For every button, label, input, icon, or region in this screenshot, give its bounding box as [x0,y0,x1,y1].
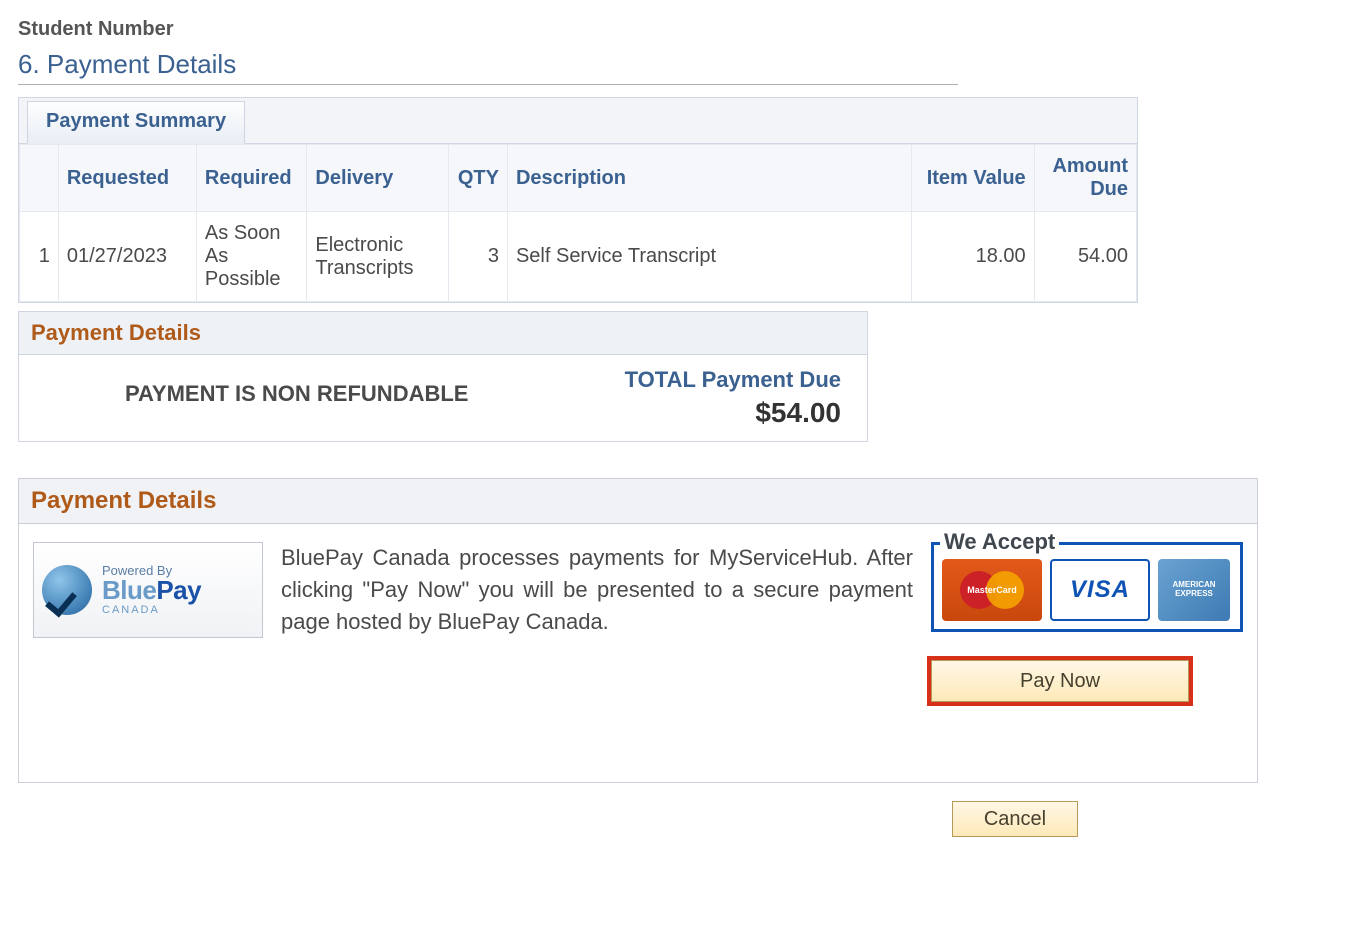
mastercard-icon: MasterCard [942,559,1042,621]
col-description: Description [507,145,911,212]
cancel-button[interactable]: Cancel [952,801,1078,837]
cell-delivery: Electronic Transcripts [307,212,448,302]
payment-details-lower-box: Payment Details Powered By BluePay CANAD… [18,478,1258,783]
cell-index: 1 [20,212,59,302]
table-header-row: Requested Required Delivery QTY Descript… [20,145,1137,212]
payment-details-lower-header: Payment Details [19,479,1257,524]
payment-details-small-header: Payment Details [19,312,867,355]
bluepay-brand-blue: Blue [102,575,156,605]
bluepay-logo: Powered By BluePay CANADA [33,542,263,638]
pay-now-button[interactable]: Pay Now [931,660,1189,702]
amex-icon: AMERICAN EXPRESS [1158,559,1230,621]
cell-requested: 01/27/2023 [58,212,196,302]
col-required: Required [196,145,306,212]
cell-item-value: 18.00 [911,212,1034,302]
cell-amount-due: 54.00 [1034,212,1136,302]
summary-tab-row: Payment Summary [19,98,1137,144]
visa-icon: VISA [1050,559,1150,621]
student-number-label: Student Number [18,18,1278,41]
payment-summary-table: Requested Required Delivery QTY Descript… [19,144,1137,302]
page-title: 6. Payment Details [18,49,1278,80]
bluepay-description: BluePay Canada processes payments for My… [281,542,913,702]
col-qty: QTY [448,145,507,212]
we-accept-box: We Accept MasterCard VISA AMERICAN EXPRE… [931,542,1243,632]
col-delivery: Delivery [307,145,448,212]
col-amount-due: Amount Due [1034,145,1136,212]
total-due-label: TOTAL Payment Due [625,367,841,393]
table-row: 1 01/27/2023 As Soon As Possible Electro… [20,212,1137,302]
payment-details-small-box: Payment Details PAYMENT IS NON REFUNDABL… [18,311,868,442]
bluepay-brand-pay: Pay [156,575,201,605]
col-item-value: Item Value [911,145,1034,212]
cell-required: As Soon As Possible [196,212,306,302]
payment-summary-box: Payment Summary Requested Required Deliv… [18,97,1138,303]
total-due-block: TOTAL Payment Due $54.00 [625,367,851,429]
total-due-amount: $54.00 [625,397,841,429]
col-index [20,145,59,212]
cell-qty: 3 [448,212,507,302]
payment-summary-tab[interactable]: Payment Summary [27,101,245,144]
bluepay-canada-label: CANADA [102,605,201,617]
title-divider [18,84,958,85]
col-requested: Requested [58,145,196,212]
non-refundable-text: PAYMENT IS NON REFUNDABLE [35,367,625,407]
we-accept-label: We Accept [940,529,1059,555]
bluepay-logo-text: Powered By BluePay CANADA [102,564,201,616]
checkmark-icon [42,565,92,615]
cell-description: Self Service Transcript [507,212,911,302]
